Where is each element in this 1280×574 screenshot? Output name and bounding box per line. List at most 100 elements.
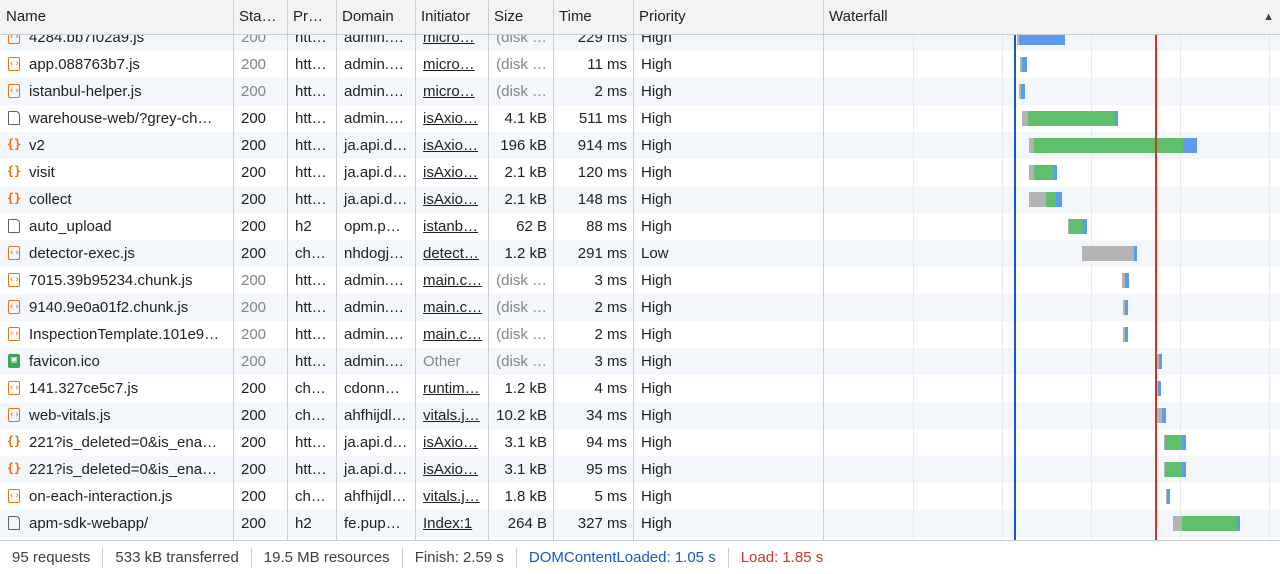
request-name: visit bbox=[29, 164, 55, 181]
waterfall-download-segment[interactable] bbox=[1125, 300, 1128, 315]
cell-time: 148 ms bbox=[577, 191, 627, 208]
network-request-table: Name Sta… Pr… Domain Initiator Size Time… bbox=[0, 0, 1280, 540]
column-divider[interactable] bbox=[553, 0, 554, 540]
cell-name: ‹› app.088763b7.js bbox=[0, 51, 233, 78]
column-divider[interactable] bbox=[287, 0, 288, 540]
waterfall-download-segment[interactable] bbox=[1083, 219, 1087, 234]
cell-status: 200 bbox=[241, 56, 267, 73]
cell-initiator[interactable]: isAxio… bbox=[415, 159, 488, 186]
column-header-time[interactable]: Time bbox=[553, 0, 633, 34]
cell-domain: ja.api.d… bbox=[344, 434, 408, 451]
waterfall-waiting-segment[interactable] bbox=[1165, 462, 1182, 477]
cell-initiator[interactable]: isAxio… bbox=[415, 456, 488, 483]
column-divider[interactable] bbox=[823, 0, 824, 540]
column-divider[interactable] bbox=[633, 0, 634, 540]
waterfall-waiting-segment[interactable] bbox=[1046, 192, 1056, 207]
cell-initiator[interactable]: vitals.j… bbox=[415, 483, 488, 510]
request-name: istanbul-helper.js bbox=[29, 83, 142, 100]
waterfall-waiting-segment[interactable] bbox=[1034, 138, 1183, 153]
cell-initiator[interactable]: isAxio… bbox=[415, 186, 488, 213]
waterfall-waiting-segment[interactable] bbox=[1028, 111, 1115, 126]
cell-initiator[interactable]: main.c… bbox=[415, 321, 488, 348]
column-header-size[interactable]: Size bbox=[488, 0, 553, 34]
cell-priority: High bbox=[641, 83, 672, 100]
waterfall-gridline bbox=[1180, 0, 1181, 540]
waterfall-download-segment[interactable] bbox=[1125, 273, 1129, 288]
finish-time: Finish: 2.59 s bbox=[403, 548, 517, 569]
column-header-name[interactable]: Name bbox=[0, 0, 233, 34]
waterfall-gridline bbox=[913, 0, 914, 540]
column-divider[interactable] bbox=[488, 0, 489, 540]
cell-domain: admin.… bbox=[344, 353, 405, 370]
column-header-priority[interactable]: Priority bbox=[633, 0, 823, 34]
cell-initiator[interactable]: micro… bbox=[415, 51, 488, 78]
column-divider[interactable] bbox=[336, 0, 337, 540]
waterfall-download-segment[interactable] bbox=[1167, 489, 1170, 504]
column-header-domain[interactable]: Domain bbox=[336, 0, 415, 34]
waterfall-download-segment[interactable] bbox=[1237, 516, 1240, 531]
cell-priority: Low bbox=[641, 245, 669, 262]
cell-name: ‹› 141.327ce5c7.js bbox=[0, 375, 233, 402]
cell-time: 914 ms bbox=[577, 137, 627, 154]
cell-priority: High bbox=[641, 218, 672, 235]
cell-initiator[interactable]: Index:1 bbox=[415, 510, 488, 537]
cell-initiator[interactable]: isAxio… bbox=[415, 429, 488, 456]
waterfall-queueing-segment[interactable] bbox=[1029, 192, 1046, 207]
waterfall-queueing-segment[interactable] bbox=[1082, 246, 1134, 261]
waterfall-download-segment[interactable] bbox=[1162, 408, 1166, 423]
cell-status: 200 bbox=[241, 245, 267, 262]
cell-initiator[interactable]: isAxio… bbox=[415, 105, 488, 132]
request-name: InspectionTemplate.101e9… bbox=[29, 326, 220, 343]
cell-domain: admin.… bbox=[344, 272, 405, 289]
cell-priority: High bbox=[641, 110, 672, 127]
cell-protocol: htt… bbox=[295, 326, 327, 343]
sort-ascending-icon[interactable]: ▲ bbox=[1263, 0, 1274, 34]
cell-domain: admin.… bbox=[344, 83, 405, 100]
waterfall-download-segment[interactable] bbox=[1056, 192, 1062, 207]
cell-priority: High bbox=[641, 488, 672, 505]
cell-initiator[interactable]: main.c… bbox=[415, 267, 488, 294]
waterfall-download-segment[interactable] bbox=[1125, 327, 1128, 342]
waterfall-waiting-segment[interactable] bbox=[1182, 516, 1237, 531]
waterfall-download-segment[interactable] bbox=[1115, 111, 1118, 126]
column-divider[interactable] bbox=[415, 0, 416, 540]
waterfall-download-segment[interactable] bbox=[1183, 138, 1197, 153]
cell-protocol: htt… bbox=[295, 299, 327, 316]
waterfall-header-label: Waterfall bbox=[829, 8, 888, 25]
waterfall-waiting-segment[interactable] bbox=[1069, 219, 1083, 234]
cell-domain: admin.… bbox=[344, 110, 405, 127]
cell-protocol: ch… bbox=[295, 245, 326, 262]
request-name: web-vitals.js bbox=[29, 407, 111, 424]
cell-initiator[interactable]: istanb… bbox=[415, 213, 488, 240]
waterfall-download-segment[interactable] bbox=[1021, 84, 1025, 99]
column-header-waterfall[interactable]: Waterfall ▲ bbox=[823, 0, 1280, 34]
waterfall-download-segment[interactable] bbox=[1022, 57, 1027, 72]
cell-initiator[interactable]: vitals.j… bbox=[415, 402, 488, 429]
column-divider[interactable] bbox=[233, 0, 234, 540]
cell-status: 200 bbox=[241, 326, 267, 343]
cell-name: ‹› 9140.9e0a01f2.chunk.js bbox=[0, 294, 233, 321]
waterfall-queueing-segment[interactable] bbox=[1173, 516, 1182, 531]
column-header-protocol[interactable]: Pr… bbox=[287, 0, 336, 34]
waterfall-download-segment[interactable] bbox=[1158, 381, 1161, 396]
cell-initiator[interactable]: detect… bbox=[415, 240, 488, 267]
waterfall-download-segment[interactable] bbox=[1182, 435, 1186, 450]
column-header-status[interactable]: Sta… bbox=[233, 0, 287, 34]
waterfall-download-segment[interactable] bbox=[1159, 354, 1162, 369]
cell-initiator[interactable]: main.c… bbox=[415, 294, 488, 321]
cell-size: 1.8 kB bbox=[504, 488, 547, 505]
waterfall-waiting-segment[interactable] bbox=[1034, 165, 1054, 180]
waterfall-waiting-segment[interactable] bbox=[1165, 435, 1182, 450]
waterfall-download-segment[interactable] bbox=[1054, 165, 1057, 180]
waterfall-download-segment[interactable] bbox=[1134, 246, 1137, 261]
cell-priority: High bbox=[641, 380, 672, 397]
cell-initiator[interactable]: micro… bbox=[415, 78, 488, 105]
request-name: apm-sdk-webapp/ bbox=[29, 515, 149, 532]
cell-initiator[interactable]: runtim… bbox=[415, 375, 488, 402]
cell-time: 3 ms bbox=[594, 272, 627, 289]
cell-initiator[interactable]: isAxio… bbox=[415, 132, 488, 159]
column-header-initiator[interactable]: Initiator bbox=[415, 0, 488, 34]
waterfall-download-segment[interactable] bbox=[1182, 462, 1186, 477]
request-name: 9140.9e0a01f2.chunk.js bbox=[29, 299, 189, 316]
cell-time: 34 ms bbox=[586, 407, 627, 424]
